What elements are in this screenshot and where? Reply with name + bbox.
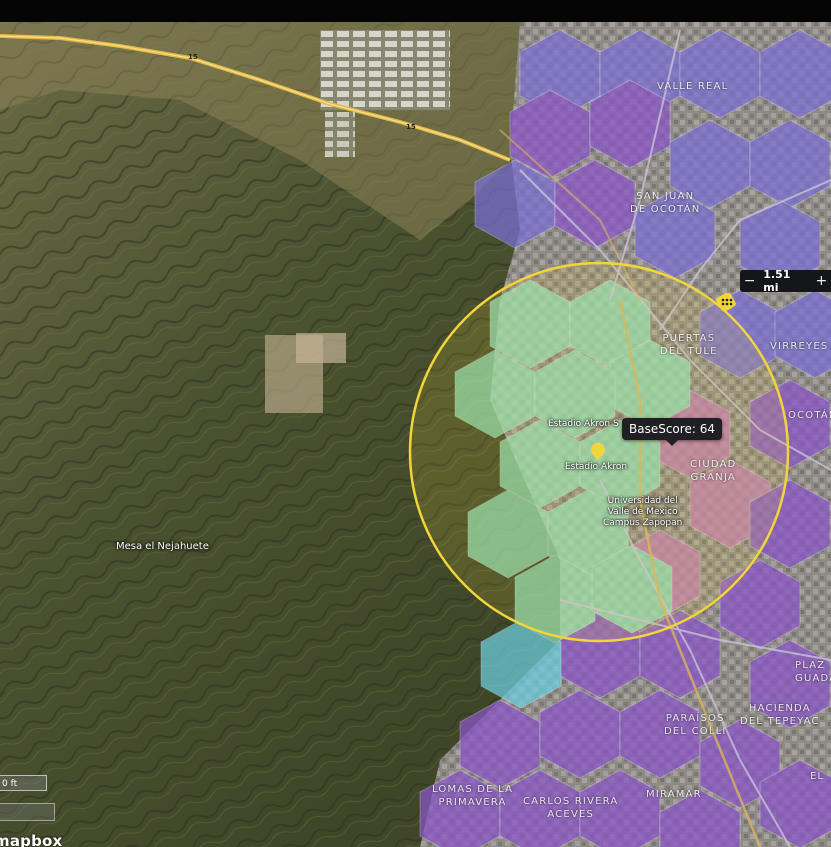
place-label-virreyes: VIRREYES: [770, 341, 829, 352]
radius-decrease-button[interactable]: −: [740, 270, 759, 292]
highway-shield: 15: [406, 123, 416, 131]
mountain-label: Mesa el Nejahuete: [116, 541, 209, 552]
place-label-ocotan: OCOTÁN: [788, 410, 831, 421]
poi-label-universidad-del-valle: Universidad del Valle de Mexico Campus Z…: [603, 496, 683, 528]
place-label-el: EL: [810, 771, 825, 782]
base-score-tooltip: BaseScore: 64: [622, 418, 722, 446]
radius-increase-button[interactable]: +: [812, 270, 831, 292]
place-label-valle-real: VALLE REAL: [657, 81, 729, 92]
place-label-miramar: MIRAMAR: [646, 789, 702, 800]
radius-drag-handle-icon[interactable]: [715, 293, 737, 311]
place-label-puertas-del-tule: PUERTAS DEL TULE: [660, 333, 718, 357]
top-bar: [0, 0, 831, 22]
map-canvas[interactable]: 15 15 VALLE REAL SAN JUAN DE OCOTÁN PUER…: [0, 22, 831, 847]
place-label-carlos-rivera-aceves: CARLOS RIVERA ACEVES: [523, 796, 619, 820]
place-label-plaza-guadalupe: PLAZ GUADAE: [795, 660, 831, 684]
radius-control: − 1.51 mi +: [740, 268, 831, 294]
place-label-ciudad-granja: CIUDAD GRANJA: [690, 459, 737, 483]
place-label-hacienda-del-tepeyac: HACIENDA DEL TEPEYAC: [740, 703, 820, 727]
highway-shield: 15: [188, 53, 198, 61]
place-label-san-juan-de-ocotan: SAN JUAN DE OCOTÁN: [630, 191, 701, 215]
radius-value: 1.51 mi: [763, 268, 791, 294]
place-label-lomas-de-la-primavera: LOMAS DE LA PRIMAVERA: [432, 784, 514, 808]
scale-bar: 0 ft: [0, 775, 47, 791]
location-pin-icon[interactable]: [591, 443, 605, 460]
scale-bar-secondary: [0, 803, 55, 821]
poi-label-estadio-akron: Estadio Akron: [565, 462, 628, 472]
mapbox-logo[interactable]: mapbox: [0, 832, 62, 847]
place-label-paraisos-del-colli: PARAÍSOS DEL COLLI: [664, 713, 727, 737]
poi-label-estadio-akron-street: Estadio Akron S: [548, 419, 619, 429]
